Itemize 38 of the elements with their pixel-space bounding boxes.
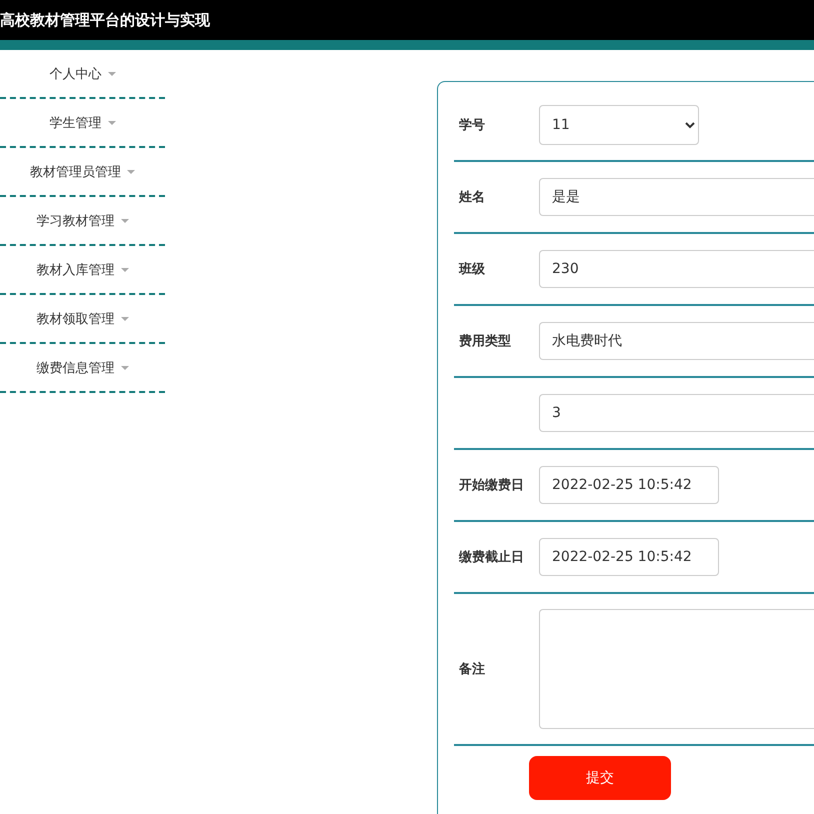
sidebar-label[interactable]: 教材管理员管理: [30, 162, 121, 180]
field-label: 费用类型: [458, 333, 512, 350]
date-field[interactable]: 2022-02-25 10:5:42: [539, 538, 719, 576]
input-field[interactable]: 水电费时代: [539, 322, 814, 360]
caret-icon: [120, 218, 128, 222]
sidebar-label[interactable]: 学生管理: [50, 114, 102, 132]
sidebar-item[interactable]: 教材管理员管理: [0, 148, 165, 197]
sidebar-label[interactable]: 学习教材管理: [36, 212, 114, 230]
sidebar-item[interactable]: 缴费信息管理: [0, 344, 165, 393]
sidebar-label[interactable]: 教材入库管理: [36, 260, 114, 278]
caret-icon: [120, 268, 128, 272]
caret-icon: [120, 316, 128, 320]
input-field[interactable]: 3: [539, 394, 814, 432]
field-label: 备注: [458, 660, 486, 678]
field-label: 姓名: [458, 189, 486, 206]
sidebar-item[interactable]: 教材入库管理: [0, 246, 165, 295]
sidebar-item[interactable]: 个人中心: [0, 50, 165, 99]
date-field[interactable]: 2022-02-25 10:5:42: [539, 466, 719, 504]
caret-icon: [127, 170, 135, 174]
field-label: 缴费截止日: [458, 549, 525, 566]
caret-icon: [120, 366, 128, 370]
sidebar-label[interactable]: 教材领取管理: [36, 310, 114, 328]
input-field[interactable]: 230: [539, 250, 814, 288]
sidebar-item[interactable]: 教材领取管理: [0, 295, 165, 344]
sidebar-item[interactable]: 学习教材管理: [0, 197, 165, 246]
textarea-field[interactable]: [539, 609, 814, 729]
sidebar-label[interactable]: 缴费信息管理: [36, 358, 114, 376]
caret-icon: [108, 120, 116, 124]
select-field[interactable]: 11: [539, 105, 699, 145]
input-field[interactable]: 是是: [539, 178, 814, 216]
submit-button[interactable]: 提交: [529, 756, 671, 800]
app-title: 高校教材管理平台的设计与实现: [0, 10, 210, 30]
sidebar-label[interactable]: 个人中心: [50, 64, 102, 82]
field-label: 学号: [458, 117, 486, 134]
field-label: 班级: [458, 261, 486, 278]
field-label: 开始缴费日: [458, 477, 525, 494]
caret-icon: [108, 72, 116, 76]
sidebar-item[interactable]: 学生管理: [0, 99, 165, 148]
